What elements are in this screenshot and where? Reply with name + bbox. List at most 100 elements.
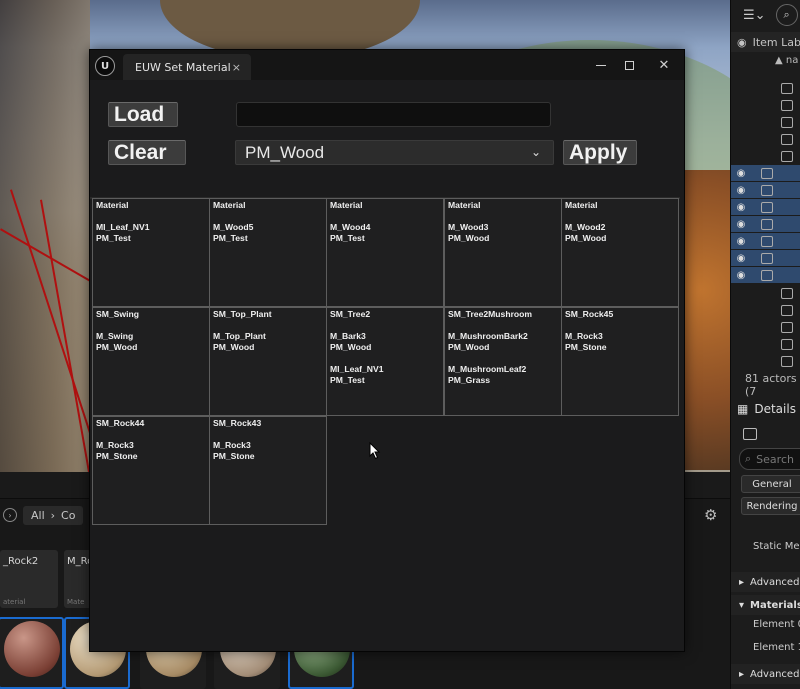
search-icon[interactable]: ⌕ xyxy=(775,4,798,26)
grid-cell[interactable]: Material M_Wood2 PM_Wood xyxy=(561,198,679,307)
static-mesh-icon xyxy=(761,184,773,196)
window-titlebar[interactable]: U EUW Set Material × ✕ xyxy=(90,50,684,80)
maximize-button[interactable] xyxy=(615,54,643,76)
grid-cell[interactable]: SM_Rock43 M_Rock3 PM_Stone xyxy=(209,416,327,525)
minimize-button[interactable] xyxy=(587,54,615,76)
outliner-row-selected[interactable]: ◉ xyxy=(731,250,800,266)
outliner-row[interactable] xyxy=(731,80,800,96)
apply-button[interactable]: Apply xyxy=(563,140,637,165)
outliner-row[interactable] xyxy=(731,114,800,130)
folder-icon: ▲ xyxy=(775,55,786,66)
grid-cell[interactable]: Material M_Wood4 PM_Test xyxy=(326,198,444,307)
grid-cell[interactable]: SM_Rock45 M_Rock3 PM_Stone xyxy=(561,307,679,416)
asset-tile-name: _Rock2 xyxy=(3,556,39,567)
outliner-row[interactable] xyxy=(731,353,800,369)
grid-cell[interactable]: SM_Tree2 M_Bark3 PM_Wood MI_Leaf_NV1 PM_… xyxy=(326,307,444,416)
static-mesh-icon xyxy=(781,150,793,162)
mouse-cursor-icon xyxy=(369,442,381,460)
search-icon: ⌕ xyxy=(745,452,752,465)
grid-cell[interactable]: SM_Tree2Mushroom M_MushroomBark2 PM_Wood… xyxy=(444,307,562,416)
outliner-toolbar: ☰⌄ ⌕ xyxy=(731,0,800,30)
widget-body: Load Clear PM_Wood ⌄ Apply Material MI_L… xyxy=(90,80,684,651)
static-mesh-icon xyxy=(781,99,793,111)
section-materials-label: Materials xyxy=(750,599,800,611)
breadcrumb-content[interactable]: Co xyxy=(61,509,75,522)
load-button[interactable]: Load xyxy=(108,102,178,127)
outliner-row[interactable] xyxy=(731,319,800,335)
visibility-eye-icon[interactable]: ◉ xyxy=(731,168,751,179)
static-mesh-icon xyxy=(761,167,773,179)
combo-selected-value: PM_Wood xyxy=(245,142,325,162)
outliner-row-selected[interactable]: ◉ xyxy=(731,182,800,198)
visibility-eye-icon[interactable]: ◉ xyxy=(731,202,751,213)
outliner-row[interactable] xyxy=(731,302,800,318)
clear-button[interactable]: Clear xyxy=(108,140,186,165)
static-mesh-icon xyxy=(781,82,793,94)
outliner-row[interactable] xyxy=(731,285,800,301)
visibility-eye-icon[interactable]: ◉ xyxy=(731,236,751,247)
details-icon: ▦ xyxy=(737,402,749,416)
breadcrumb-arrow-icon: › xyxy=(50,508,56,522)
grid-cell[interactable]: SM_Top_Plant M_Top_Plant PM_Wood xyxy=(209,307,327,416)
section-materials[interactable]: ▾ Materials xyxy=(731,595,800,615)
asset-tile-type: aterial xyxy=(3,598,26,606)
name-text-field[interactable] xyxy=(236,102,551,127)
asset-tile[interactable]: _Rock2 aterial xyxy=(0,550,58,608)
element-0-label: Element 0 xyxy=(753,619,800,630)
static-mesh-icon xyxy=(781,321,793,333)
static-mesh-icon xyxy=(781,355,793,367)
physical-material-combo[interactable]: PM_Wood ⌄ xyxy=(235,140,554,165)
grid-cell[interactable]: Material M_Wood3 PM_Wood xyxy=(444,198,562,307)
outliner-row-selected[interactable]: ◉ xyxy=(731,267,800,283)
outliner-header: ◉ Item Lab xyxy=(731,32,800,52)
outliner-row[interactable] xyxy=(731,148,800,164)
outliner-row-selected[interactable]: ◉ xyxy=(731,233,800,249)
breadcrumb-all[interactable]: All xyxy=(31,509,45,522)
grid-cell[interactable]: Material MI_Leaf_NV1 PM_Test xyxy=(92,198,210,307)
visibility-eye-icon[interactable]: ◉ xyxy=(731,270,751,281)
tab-euw-set-material[interactable]: EUW Set Material × xyxy=(123,54,251,80)
outliner-folder[interactable]: ▲ na xyxy=(775,55,798,66)
outliner-row-selected[interactable]: ◉ xyxy=(731,165,800,181)
details-search-input[interactable]: ⌕ Search xyxy=(739,448,800,470)
close-button[interactable]: ✕ xyxy=(650,54,678,76)
filter-icon[interactable]: ☰⌄ xyxy=(743,8,766,23)
outliner-row-selected[interactable]: ◉ xyxy=(731,216,800,232)
grid-cell[interactable]: SM_Rock44 M_Rock3 PM_Stone xyxy=(92,416,210,525)
grid-cell[interactable]: Material M_Wood5 PM_Test xyxy=(209,198,327,307)
unreal-logo-icon: U xyxy=(95,56,115,76)
section-advanced-2[interactable]: ▸ Advanced xyxy=(731,664,800,684)
outliner-row[interactable] xyxy=(731,131,800,147)
section-advanced[interactable]: ▸ Advanced xyxy=(731,572,800,592)
static-mesh-icon xyxy=(781,287,793,299)
breadcrumb[interactable]: All › Co xyxy=(23,505,84,525)
viewport-autumn-tree xyxy=(682,170,730,470)
visibility-eye-icon[interactable]: ◉ xyxy=(731,219,751,230)
actor-count: 81 actors (7 xyxy=(745,372,797,398)
tab-title: EUW Set Material xyxy=(135,60,231,74)
grid-cell[interactable]: SM_Swing M_Swing PM_Wood xyxy=(92,307,210,416)
settings-gear-icon[interactable]: ⚙ xyxy=(704,506,717,524)
tab-close-icon[interactable]: × xyxy=(232,61,241,74)
euw-set-material-window: U EUW Set Material × ✕ Load Clear PM_Woo… xyxy=(89,49,685,652)
filter-chip-rendering[interactable]: Rendering xyxy=(741,497,800,515)
visibility-eye-icon[interactable]: ◉ xyxy=(737,36,747,49)
world-outliner: ☰⌄ ⌕ ◉ Item Lab ▲ na ◉ ◉ ◉ ◉ ◉ ◉ ◉ 81 ac… xyxy=(730,0,800,689)
material-thumbnail[interactable] xyxy=(0,617,64,689)
outliner-row[interactable] xyxy=(731,336,800,352)
maximize-icon xyxy=(624,60,634,70)
details-search-placeholder: Search xyxy=(756,452,794,466)
static-mesh-icon xyxy=(781,133,793,145)
outliner-folder-name: na xyxy=(785,55,799,66)
history-icon[interactable]: › xyxy=(3,508,17,522)
outliner-column-label[interactable]: Item Lab xyxy=(753,36,800,49)
outliner-row[interactable] xyxy=(731,97,800,113)
chevron-down-icon: ⌄ xyxy=(530,145,541,159)
asset-tile-type: Mate xyxy=(67,598,85,606)
filter-chip-general[interactable]: General xyxy=(741,475,800,493)
visibility-eye-icon[interactable]: ◉ xyxy=(731,253,751,264)
content-browser-path: › All › Co xyxy=(0,503,95,527)
outliner-row-selected[interactable]: ◉ xyxy=(731,199,800,215)
visibility-eye-icon[interactable]: ◉ xyxy=(731,185,751,196)
static-mesh-icon xyxy=(743,428,757,440)
